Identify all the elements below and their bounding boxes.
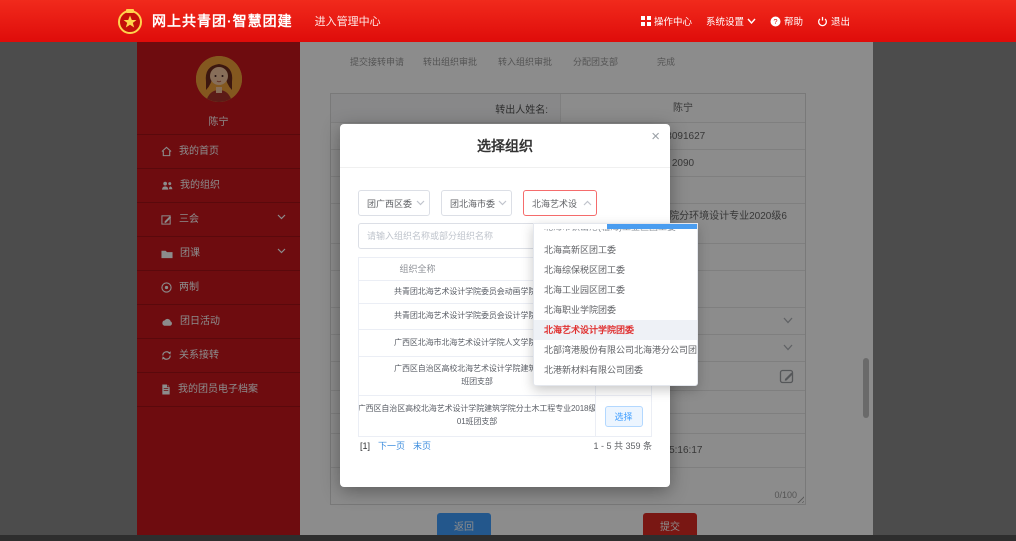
next-page-link[interactable]: 下一页 xyxy=(378,439,405,452)
dropdown-item-selected[interactable]: 北海艺术设计学院团委 xyxy=(534,320,697,340)
page-number[interactable]: [1] xyxy=(360,441,370,451)
dropdown-item[interactable]: 北海工业园区团工委 xyxy=(534,280,697,300)
menu-item-logout[interactable]: 退出 xyxy=(817,14,850,28)
menu-item-operation-center[interactable]: 操作中心 xyxy=(641,14,692,28)
chevron-down-icon xyxy=(747,18,756,24)
modal-divider xyxy=(340,167,670,168)
modal-title: 选择组织 xyxy=(340,136,670,156)
select-province-committee[interactable]: 团广西区委 xyxy=(358,190,430,216)
brand: 网上共青团·智慧团建 进入管理中心 xyxy=(116,0,381,42)
org-level-selects: 团广西区委 团北海市委 北海艺术设 xyxy=(358,190,597,216)
select-org-button[interactable]: 选择 xyxy=(605,406,643,427)
dropdown-item[interactable]: 北海职业学院团委 xyxy=(534,300,697,320)
select-city-committee[interactable]: 团北海市委 xyxy=(441,190,512,216)
last-page-link[interactable]: 末页 xyxy=(413,439,431,452)
power-icon xyxy=(817,16,828,27)
table-row: 广西区自治区高校北海艺术设计学院建筑学院分土木工程专业2018级 01班团支部 … xyxy=(359,396,651,436)
top-menu: 操作中心 系统设置 ? 帮助 退出 xyxy=(641,0,850,42)
top-header: 网上共青团·智慧团建 进入管理中心 操作中心 系统设置 ? 帮助 退出 xyxy=(0,0,1016,42)
app: 网上共青团·智慧团建 进入管理中心 操作中心 系统设置 ? 帮助 退出 xyxy=(0,0,1016,541)
chevron-down-icon xyxy=(498,200,507,206)
dropdown-item[interactable]: 北海高新区团工委 xyxy=(534,240,697,260)
chevron-down-icon xyxy=(416,200,425,206)
chevron-up-icon xyxy=(583,200,592,206)
pagination: [1] 下一页 末页 1 - 5 共 359 条 xyxy=(358,436,652,456)
brand-title: 网上共青团·智慧团建 xyxy=(152,11,293,31)
org-dropdown-panel: 北海市铁山港(临海)工业区团工委 北海高新区团工委 北海综保税区团工委 北海工业… xyxy=(533,223,698,386)
grid-icon xyxy=(641,16,651,26)
select-college-committee[interactable]: 北海艺术设 xyxy=(523,190,597,216)
menu-item-help[interactable]: ? 帮助 xyxy=(770,14,803,28)
dropdown-item[interactable]: 北部湾银行北海分行团委 xyxy=(534,380,697,386)
enter-admin-link[interactable]: 进入管理中心 xyxy=(315,13,381,29)
dropdown-item[interactable]: 北海市铁山港(临海)工业区团工委 xyxy=(534,229,697,238)
dropdown-item[interactable]: 北海综保税区团工委 xyxy=(534,260,697,280)
question-icon: ? xyxy=(770,16,781,27)
svg-text:?: ? xyxy=(773,17,777,26)
dropdown-item[interactable]: 北部湾港股份有限公司北海港分公司团委 xyxy=(534,340,697,360)
dropdown-item[interactable]: 北港新材料有限公司团委 xyxy=(534,360,697,380)
pagination-info: 1 - 5 共 359 条 xyxy=(593,439,652,452)
league-emblem-logo xyxy=(116,7,144,35)
menu-item-system-settings[interactable]: 系统设置 xyxy=(706,14,756,28)
